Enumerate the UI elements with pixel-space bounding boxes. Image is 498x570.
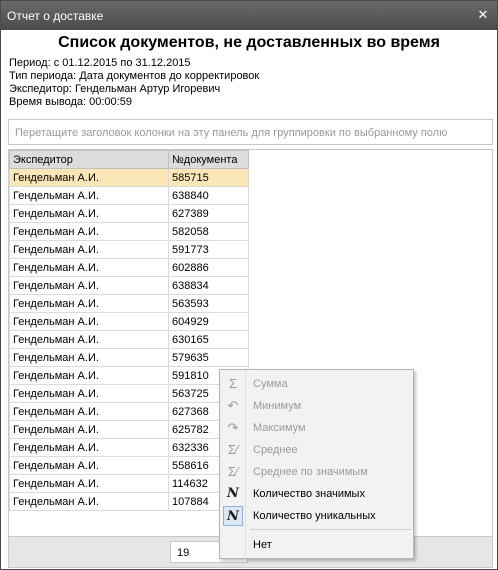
summary-context-menu: Σ Сумма ↶ Минимум ↷ Максимум Σ⁄ Среднее Σ⁄ Средне… <box>219 369 414 559</box>
group-by-hint: Перетащите заголовок колонки на эту пане… <box>15 127 448 139</box>
cell-expeditor[interactable]: Гендельман А.И. <box>9 330 169 349</box>
maximum-icon: ↷ <box>227 420 239 435</box>
cell-expeditor[interactable]: Гендельман А.И. <box>9 240 169 259</box>
cell-document-number[interactable]: 604929 <box>168 312 249 331</box>
cell-document-number[interactable]: 585715 <box>168 168 249 187</box>
table-row[interactable]: Гендельман А.И. 627389 <box>9 204 249 223</box>
table-row[interactable]: Гендельман А.И. 107884 <box>9 492 249 511</box>
count-nonempty-icon: N <box>227 486 239 501</box>
report-expeditor: Экспедитор: Гендельман Артур Игоревич <box>9 83 221 95</box>
column-header-expeditor[interactable]: Экспедитор <box>9 150 169 169</box>
cell-document-number[interactable]: 579635 <box>168 348 249 367</box>
table-row[interactable]: Гендельман А.И. 114632 <box>9 474 249 493</box>
cell-expeditor[interactable]: Гендельман А.И. <box>9 366 169 385</box>
cell-expeditor[interactable]: Гендельман А.И. <box>9 420 169 439</box>
table-row[interactable]: Гендельман А.И. 582058 <box>9 222 249 241</box>
cell-document-number[interactable]: 602886 <box>168 258 249 277</box>
table-row[interactable]: Гендельман А.И. 602886 <box>9 258 249 277</box>
cell-expeditor[interactable]: Гендельман А.И. <box>9 222 169 241</box>
cell-expeditor[interactable]: Гендельман А.И. <box>9 438 169 457</box>
menu-item-5[interactable]: Σ⁄ Среднее по значимым <box>221 461 412 483</box>
menu-separator <box>250 529 412 530</box>
menu-item-4[interactable]: Σ⁄ Среднее <box>221 439 412 461</box>
table-row[interactable]: Гендельман А.И. 563593 <box>9 294 249 313</box>
report-title: Список документов, не доставленных во вр… <box>58 34 440 51</box>
minimum-icon: ↶ <box>227 398 239 413</box>
cell-document-number[interactable]: 638834 <box>168 276 249 295</box>
menu-item-label: Количество значимых <box>253 488 365 500</box>
table-row[interactable]: Гендельман А.И. 627368 <box>9 402 249 421</box>
average-icon: Σ⁄ <box>227 442 239 457</box>
average-nonempty-icon: Σ⁄ <box>227 464 239 479</box>
grid-table: Экспедитор №документа Гендельман А.И. 585… <box>9 150 249 511</box>
report-window: Отчет о доставке ✕ Список документов, не… <box>0 0 498 570</box>
menu-item-label: Количество уникальных <box>253 510 376 522</box>
column-header-document-number[interactable]: №документа <box>168 150 249 169</box>
cell-document-number[interactable]: 563593 <box>168 294 249 313</box>
sum-icon: Σ <box>228 376 238 391</box>
menu-item-label: Среднее по значимым <box>253 466 368 478</box>
report-output-time: Время вывода: 00:00:59 <box>9 96 132 108</box>
menu-item-label: Сумма <box>253 378 288 390</box>
cell-expeditor[interactable]: Гендельман А.И. <box>9 312 169 331</box>
cell-expeditor[interactable]: Гендельман А.И. <box>9 492 169 511</box>
table-row[interactable]: Гендельман А.И. 591773 <box>9 240 249 259</box>
window-title: Отчет о доставке <box>7 9 104 23</box>
table-row[interactable]: Гендельман А.И. 638834 <box>9 276 249 295</box>
table-row[interactable]: Гендельман А.И. 625782 <box>9 420 249 439</box>
table-row[interactable]: Гендельман А.И. 558616 <box>9 456 249 475</box>
table-row[interactable]: Гендельман А.И. 563725 <box>9 384 249 403</box>
cell-expeditor[interactable]: Гендельман А.И. <box>9 204 169 223</box>
close-icon[interactable]: ✕ <box>475 8 491 22</box>
menu-item-1[interactable]: Σ Сумма <box>221 373 412 395</box>
cell-expeditor[interactable]: Гендельман А.И. <box>9 186 169 205</box>
cell-expeditor[interactable]: Гендельман А.И. <box>9 348 169 367</box>
group-by-panel[interactable]: Перетащите заголовок колонки на эту пане… <box>8 119 493 145</box>
cell-expeditor[interactable]: Гендельман А.И. <box>9 294 169 313</box>
cell-expeditor[interactable]: Гендельман А.И. <box>9 168 169 187</box>
menu-item-3[interactable]: ↷ Максимум <box>221 417 412 439</box>
table-row[interactable]: Гендельман А.И. 585715 <box>9 168 249 187</box>
cell-document-number[interactable]: 582058 <box>168 222 249 241</box>
menu-item-2[interactable]: ↶ Минимум <box>221 395 412 417</box>
cell-expeditor[interactable]: Гендельман А.И. <box>9 456 169 475</box>
table-row[interactable]: Гендельман А.И. 632336 <box>9 438 249 457</box>
report-period-type: Тип периода: Дата документов до корректи… <box>9 70 260 82</box>
grid-body: Гендельман А.И. 585715 Гендельман А.И. 6388… <box>9 168 249 511</box>
title-bar[interactable]: Отчет о доставке ✕ <box>1 1 497 30</box>
menu-item-label: Среднее <box>253 444 298 456</box>
cell-document-number[interactable]: 638840 <box>168 186 249 205</box>
table-row[interactable]: Гендельман А.И. 579635 <box>9 348 249 367</box>
table-row[interactable]: Гендельман А.И. 630165 <box>9 330 249 349</box>
cell-document-number[interactable]: 630165 <box>168 330 249 349</box>
cell-expeditor[interactable]: Гендельман А.И. <box>9 474 169 493</box>
cell-expeditor[interactable]: Гендельман А.И. <box>9 258 169 277</box>
table-row[interactable]: Гендельман А.И. 591810 <box>9 366 249 385</box>
cell-expeditor[interactable]: Гендельман А.И. <box>9 402 169 421</box>
table-row[interactable]: Гендельман А.И. 638840 <box>9 186 249 205</box>
report-period: Период: с 01.12.2015 по 31.12.2015 <box>9 57 191 69</box>
count-unique-icon: N <box>223 506 243 526</box>
cell-document-number[interactable]: 591773 <box>168 240 249 259</box>
menu-item-label: Минимум <box>253 400 302 412</box>
menu-item-8[interactable]: Нет <box>221 534 412 556</box>
cell-expeditor[interactable]: Гендельман А.И. <box>9 276 169 295</box>
menu-item-label: Нет <box>253 539 272 551</box>
menu-item-label: Максимум <box>253 422 306 434</box>
menu-item-6[interactable]: N Количество значимых <box>221 483 412 505</box>
table-row[interactable]: Гендельман А.И. 604929 <box>9 312 249 331</box>
cell-expeditor[interactable]: Гендельман А.И. <box>9 384 169 403</box>
cell-document-number[interactable]: 627389 <box>168 204 249 223</box>
menu-item-7[interactable]: N Количество уникальных <box>221 505 412 527</box>
